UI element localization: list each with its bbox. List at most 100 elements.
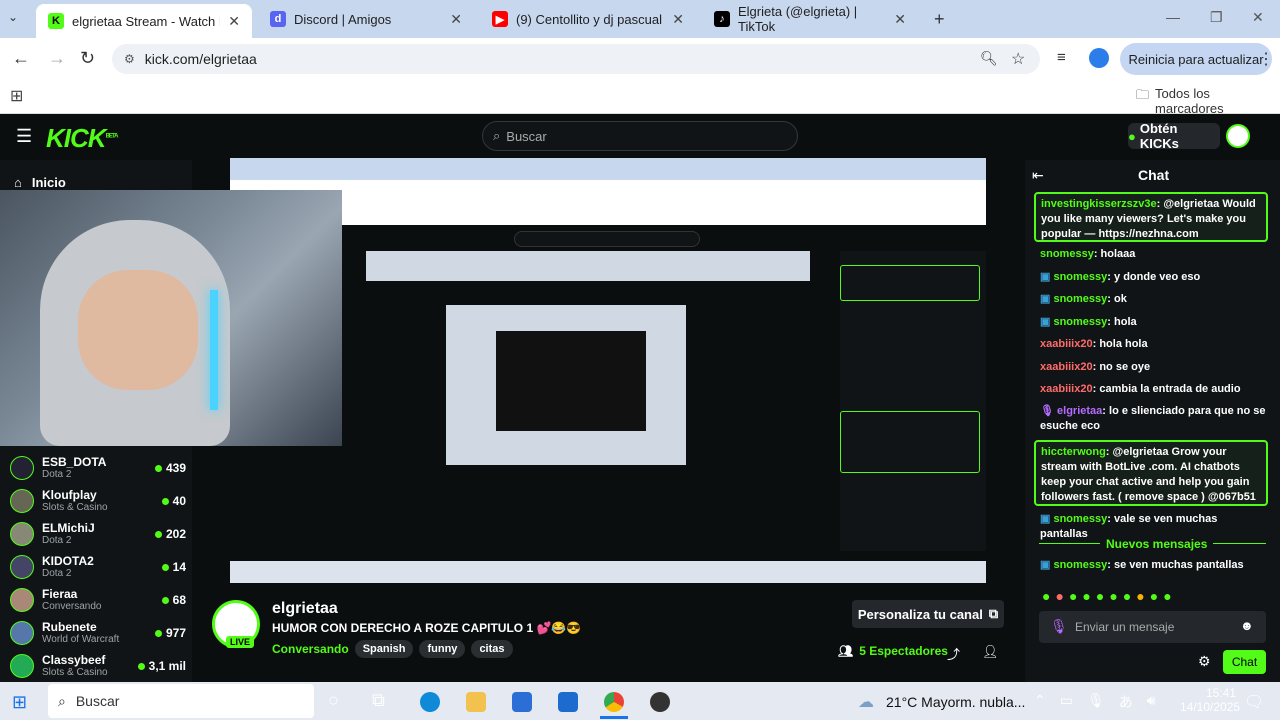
emote-icon[interactable]: ● bbox=[1042, 588, 1050, 604]
minimize-icon[interactable]: — bbox=[1166, 9, 1180, 25]
channel-avatar bbox=[10, 555, 34, 579]
live-badge: LIVE bbox=[226, 636, 255, 648]
all-bookmarks[interactable]: 🗀 Todos los marcadores bbox=[1136, 86, 1280, 116]
chat-send-button[interactable]: Chat bbox=[1223, 650, 1266, 674]
site-info-icon[interactable]: ⚙ bbox=[124, 52, 135, 66]
hamburger-menu-icon[interactable]: ☰ bbox=[16, 126, 32, 147]
emote-icon[interactable]: ● bbox=[1123, 588, 1131, 604]
forward-icon[interactable]: → bbox=[48, 48, 66, 69]
folder-icon: 🗀 bbox=[1136, 87, 1150, 102]
store-icon[interactable] bbox=[512, 692, 532, 712]
personalize-channel-button[interactable]: Personaliza tu canal ⧉ bbox=[852, 600, 1004, 628]
video-player[interactable] bbox=[130, 158, 986, 583]
get-kicks-button[interactable]: ● Obtén KICKs bbox=[1128, 121, 1220, 151]
mail-icon[interactable] bbox=[558, 692, 578, 712]
kick-logo[interactable]: KICKBETA bbox=[46, 123, 118, 154]
discord-icon: d bbox=[270, 11, 286, 27]
close-icon[interactable]: ✕ bbox=[672, 11, 684, 28]
user-avatar[interactable] bbox=[1226, 124, 1250, 148]
system-tray: ⌃ ▭ 🎙︎ あ 🔊︎ bbox=[1034, 692, 1156, 712]
zoom-icon[interactable]: 🔍︎ bbox=[980, 50, 998, 67]
weather-text[interactable]: 21°C Mayorm. nubla... bbox=[886, 694, 1025, 710]
emote-icon[interactable]: ● bbox=[1069, 588, 1077, 604]
emote-icon[interactable]: ● bbox=[1150, 588, 1158, 604]
close-icon[interactable]: ✕ bbox=[450, 11, 462, 28]
emote-icon[interactable]: ● bbox=[1136, 588, 1144, 604]
profile-avatar[interactable] bbox=[1089, 48, 1109, 68]
close-icon[interactable]: ✕ bbox=[894, 11, 906, 28]
media-control-icon[interactable]: ≡ bbox=[1057, 49, 1066, 66]
tab-search-icon[interactable]: ⌄ bbox=[8, 10, 18, 24]
notifications-icon[interactable]: 🗨︎ bbox=[1244, 692, 1264, 712]
emote-icon[interactable]: ● bbox=[1082, 588, 1090, 604]
emote-icon[interactable]: ● bbox=[1163, 588, 1171, 604]
chat-message: 🎙︎ elgrietaa: lo e slienciado para que n… bbox=[1040, 405, 1266, 432]
sidebar-channel[interactable]: Classybeef Slots & Casino 3,1 mil bbox=[10, 650, 186, 682]
cortana-icon[interactable]: ○ bbox=[328, 690, 339, 711]
sidebar-channel[interactable]: ELMichiJ Dota 2 202 bbox=[10, 518, 186, 550]
emote-icon[interactable]: ● bbox=[1055, 588, 1063, 604]
viewer-count: 977 bbox=[154, 626, 186, 640]
chevron-up-icon[interactable]: ⌃ bbox=[1034, 692, 1046, 712]
stream-category[interactable]: Conversando bbox=[272, 642, 349, 656]
sidebar-channel[interactable]: Kloufplay Slots & Casino 40 bbox=[10, 485, 186, 517]
url-text: kick.com/elgrietaa bbox=[144, 51, 257, 67]
update-button[interactable]: Reinicia para actualizar bbox=[1120, 43, 1272, 75]
task-view-icon[interactable]: ⧉ bbox=[372, 690, 385, 711]
reload-icon[interactable]: ↻ bbox=[80, 48, 95, 69]
sidebar-channel[interactable]: Rubenete World of Warcraft 977 bbox=[10, 617, 186, 649]
chat-message: xaabiiix20: cambia la entrada de audio bbox=[1040, 383, 1241, 395]
emote-icon[interactable]: ● bbox=[1096, 588, 1104, 604]
camera-icon[interactable]: ▭ bbox=[1060, 692, 1073, 712]
microphone-icon[interactable]: 🎙︎ bbox=[1050, 618, 1068, 635]
emote-icon[interactable]: ● bbox=[1109, 588, 1117, 604]
address-bar[interactable]: ⚙ kick.com/elgrietaa bbox=[112, 44, 1040, 74]
close-icon[interactable]: ✕ bbox=[228, 13, 240, 30]
channel-name[interactable]: elgrietaa bbox=[272, 600, 338, 618]
window-close-icon[interactable]: ✕ bbox=[1252, 9, 1264, 26]
new-tab-icon[interactable]: + bbox=[934, 9, 945, 30]
chat-message: hiccterwong: @elgrietaa Grow your stream… bbox=[1034, 440, 1268, 506]
obs-icon[interactable] bbox=[650, 692, 670, 712]
language-icon[interactable]: あ bbox=[1119, 692, 1133, 712]
stream-tag[interactable]: funny bbox=[419, 640, 466, 658]
apps-grid-icon[interactable]: ⊞ bbox=[10, 86, 23, 106]
tab-tiktok[interactable]: ♪ Elgrieta (@elgrieta) | TikTok ✕ bbox=[702, 0, 918, 38]
sidebar-channel[interactable]: ESB_DOTA Dota 2 439 bbox=[10, 452, 186, 484]
sidebar-channel[interactable]: Fieraa Conversando 68 bbox=[10, 584, 186, 616]
stream-tag[interactable]: Spanish bbox=[354, 640, 414, 658]
chat-settings-gear-icon[interactable]: ⚙ bbox=[1198, 653, 1211, 670]
chrome-icon[interactable] bbox=[604, 692, 624, 712]
chat-message: ▣ snomessy: ok bbox=[1040, 293, 1127, 305]
back-icon[interactable]: ← bbox=[12, 48, 30, 69]
kicks-coin-icon: ● bbox=[1128, 128, 1136, 144]
taskbar-search[interactable]: ⌕ Buscar bbox=[48, 684, 314, 718]
microphone-icon[interactable]: 🎙︎ bbox=[1087, 692, 1105, 712]
chat-input[interactable]: Enviar un mensaje bbox=[1039, 611, 1266, 643]
collapse-chat-icon[interactable]: ⇤ bbox=[1032, 167, 1044, 184]
tab-youtube[interactable]: ▶ (9) Centollito y dj pascual 2011 ✕ bbox=[480, 0, 696, 38]
volume-icon[interactable]: 🔊︎ bbox=[1147, 692, 1156, 712]
nested-tab-strip bbox=[230, 158, 986, 180]
menu-kebab-icon[interactable]: ⋮ bbox=[1258, 49, 1274, 69]
emoji-icon[interactable]: ☻ bbox=[1240, 618, 1254, 633]
viewer-count: 3,1 mil bbox=[137, 659, 186, 673]
share-icon[interactable]: ⤴ bbox=[947, 644, 960, 663]
sidebar-item-home[interactable]: ⌂ Inicio bbox=[14, 175, 66, 190]
weather-icon[interactable]: ☁ bbox=[858, 692, 874, 712]
sidebar-channel[interactable]: KIDOTA2 Dota 2 14 bbox=[10, 551, 186, 583]
edge-icon[interactable] bbox=[420, 692, 440, 712]
bookmark-star-icon[interactable]: ☆ bbox=[1011, 49, 1025, 69]
time: 15:41 bbox=[1205, 686, 1236, 700]
tab-title: Discord | Amigos bbox=[294, 11, 392, 27]
tab-discord[interactable]: d Discord | Amigos ✕ bbox=[258, 0, 474, 38]
kick-search-input[interactable]: ⌕ Buscar bbox=[482, 121, 798, 151]
tab-kick[interactable]: K elgrietaa Stream - Watch Live o ✕ bbox=[36, 4, 252, 38]
stream-tag[interactable]: citas bbox=[471, 640, 513, 658]
search-placeholder: Buscar bbox=[506, 128, 547, 144]
follow-user-icon[interactable]: 👤︎ bbox=[982, 644, 999, 660]
file-explorer-icon[interactable] bbox=[466, 692, 486, 712]
windows-start-icon[interactable]: ⊞ bbox=[12, 692, 27, 713]
clock[interactable]: 15:41 14/10/2025 bbox=[1180, 686, 1240, 714]
restore-icon[interactable]: ❐ bbox=[1210, 9, 1223, 26]
